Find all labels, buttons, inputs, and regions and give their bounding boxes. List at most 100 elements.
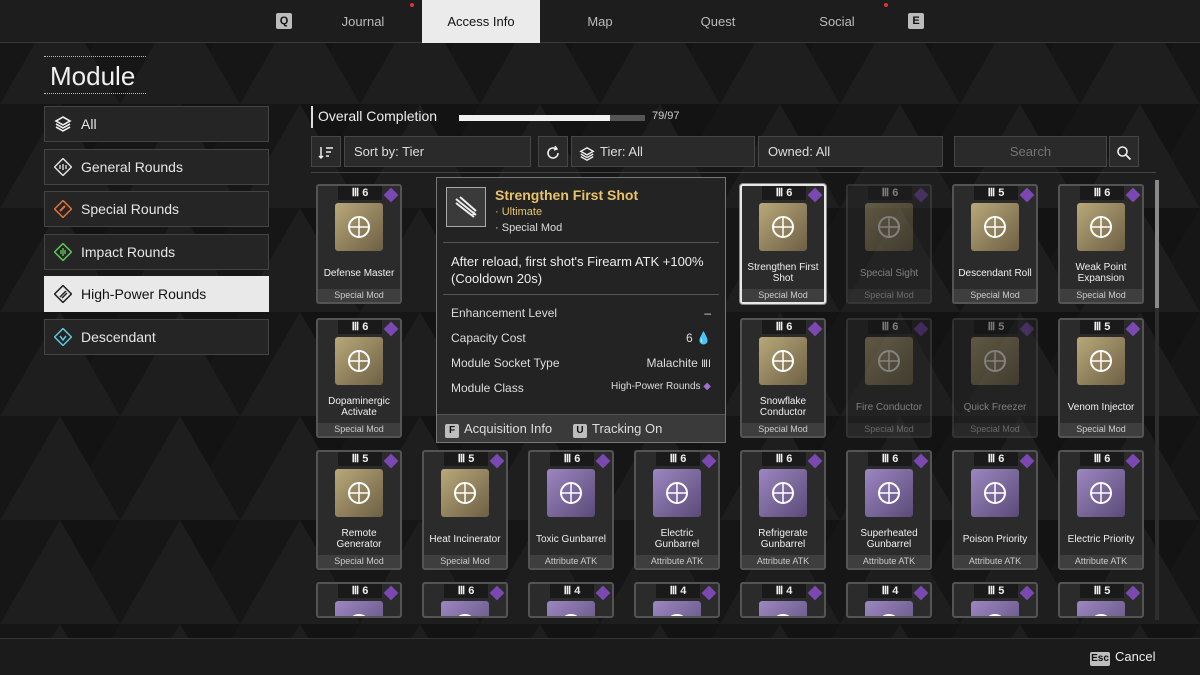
- class-gem-icon: [1019, 453, 1035, 469]
- tier-dropdown[interactable]: Tier: All: [571, 136, 755, 167]
- search-icon: [1116, 144, 1132, 160]
- class-gem-icon: [489, 585, 505, 601]
- module-card[interactable]: Ⅲ 6 Poison Priority Attribute ATK: [952, 450, 1038, 570]
- module-card[interactable]: Ⅲ 6 Dopaminergic Activate Special Mod: [316, 318, 402, 438]
- module-card[interactable]: Ⅲ 4: [846, 582, 932, 618]
- module-card[interactable]: Ⅲ 6 Snowflake Conductor Special Mod: [740, 318, 826, 438]
- search-input[interactable]: [954, 136, 1107, 167]
- category-label: All: [81, 116, 97, 132]
- category-descendant[interactable]: Descendant: [44, 319, 269, 355]
- module-name: Superheated Gunbarrel: [860, 528, 918, 550]
- module-capacity-badge: Ⅲ 4: [762, 584, 806, 598]
- module-capacity-badge: Ⅲ 6: [762, 320, 806, 334]
- tab-social[interactable]: Social: [789, 0, 885, 43]
- module-type: Special Mod: [318, 289, 400, 302]
- tab-map[interactable]: Map: [552, 0, 648, 43]
- module-card[interactable]: Ⅲ 6 Electric Gunbarrel Attribute ATK: [634, 450, 720, 570]
- module-card[interactable]: Ⅲ 6 Refrigerate Gunbarrel Attribute ATK: [740, 450, 826, 570]
- module-capacity-badge: Ⅲ 6: [1080, 186, 1124, 200]
- module-card[interactable]: Ⅲ 4: [528, 582, 614, 618]
- class-gem-icon: [1125, 585, 1141, 601]
- capacity-cost-row: Capacity Cost 6 💧: [451, 331, 711, 345]
- module-card[interactable]: Ⅲ 6 Weak Point Expansion Special Mod: [1058, 184, 1144, 304]
- owned-dropdown[interactable]: Owned: All: [758, 136, 943, 167]
- e-key-hint[interactable]: E: [908, 13, 924, 29]
- module-card[interactable]: Ⅲ 6: [422, 582, 508, 618]
- module-card[interactable]: Ⅲ 5 Remote Generator Special Mod: [316, 450, 402, 570]
- tab-quest[interactable]: Quest: [670, 0, 766, 43]
- module-name: Strengthen First Shot: [747, 262, 819, 284]
- module-art-icon: [865, 337, 913, 385]
- scrollbar-track[interactable]: [1155, 180, 1159, 620]
- row-value: 6: [686, 331, 693, 345]
- module-name: Venom Injector: [1067, 401, 1135, 413]
- module-capacity-badge: Ⅲ 6: [338, 320, 382, 334]
- tab-journal[interactable]: Journal: [315, 0, 411, 43]
- module-card[interactable]: Ⅲ 6 Strengthen First Shot Special Mod: [740, 184, 826, 304]
- module-type: Special Mod: [954, 423, 1036, 436]
- module-card[interactable]: Ⅲ 4: [634, 582, 720, 618]
- module-type: Special Mod: [954, 289, 1036, 302]
- search-button[interactable]: [1109, 136, 1139, 167]
- module-art-icon: [865, 601, 913, 616]
- module-name: Snowflake Conductor: [759, 396, 807, 418]
- special-rounds-icon: [53, 199, 73, 219]
- q-key-hint[interactable]: Q: [276, 13, 292, 29]
- acquisition-info-action[interactable]: F Acquisition Info: [445, 421, 552, 438]
- module-art-icon: [1077, 337, 1125, 385]
- module-type: Special Mod: [1060, 289, 1142, 302]
- row-label: Capacity Cost: [451, 331, 526, 345]
- tracking-action[interactable]: U Tracking On: [573, 421, 662, 438]
- completion-progress-fill: [459, 115, 610, 121]
- high-power-rounds-icon: [53, 284, 73, 304]
- module-art-icon: [971, 203, 1019, 251]
- divider: [443, 242, 719, 243]
- module-card[interactable]: Ⅲ 5 Quick Freezer Special Mod: [952, 318, 1038, 438]
- notification-dot: [410, 3, 414, 7]
- tab-access-info[interactable]: Access Info: [422, 0, 540, 43]
- category-general-rounds[interactable]: General Rounds: [44, 149, 269, 185]
- sort-direction-button[interactable]: [311, 136, 341, 167]
- module-capacity-badge: Ⅲ 5: [338, 452, 382, 466]
- category-high-power-rounds[interactable]: High-Power Rounds: [44, 276, 269, 312]
- sort-order-icon: [318, 144, 334, 159]
- scrollbar-thumb[interactable]: [1155, 180, 1159, 308]
- module-type: Special Mod: [848, 289, 930, 302]
- module-card[interactable]: Ⅲ 5: [1058, 582, 1144, 618]
- module-card[interactable]: Ⅲ 6: [316, 582, 402, 618]
- module-capacity-badge: Ⅲ 6: [868, 186, 912, 200]
- category-label: General Rounds: [81, 159, 183, 175]
- module-card[interactable]: Ⅲ 5 Venom Injector Special Mod: [1058, 318, 1144, 438]
- module-name: Poison Priority: [962, 533, 1028, 545]
- module-card[interactable]: Ⅲ 5 Descendant Roll Special Mod: [952, 184, 1038, 304]
- class-gem-icon: [595, 453, 611, 469]
- module-capacity-badge: Ⅲ 6: [868, 452, 912, 466]
- module-art-icon: [759, 203, 807, 251]
- category-impact-rounds[interactable]: Impact Rounds: [44, 234, 269, 270]
- module-card[interactable]: Ⅲ 4: [740, 582, 826, 618]
- module-card[interactable]: Ⅲ 6 Special Sight Special Mod: [846, 184, 932, 304]
- row-label: Module Class: [451, 381, 524, 395]
- category-special-rounds[interactable]: Special Rounds: [44, 191, 269, 227]
- module-card[interactable]: Ⅲ 5: [952, 582, 1038, 618]
- module-card[interactable]: Ⅲ 6 Defense Master Special Mod: [316, 184, 402, 304]
- module-card[interactable]: Ⅲ 6 Fire Conductor Special Mod: [846, 318, 932, 438]
- module-card[interactable]: Ⅲ 6 Toxic Gunbarrel Attribute ATK: [528, 450, 614, 570]
- category-all[interactable]: All: [44, 106, 269, 142]
- tooltip-type-text: Special Mod: [501, 222, 563, 234]
- acquisition-label: Acquisition Info: [464, 421, 553, 436]
- module-name: Quick Freezer: [963, 401, 1027, 413]
- footer-bar: Esc Cancel: [0, 638, 1200, 675]
- module-card[interactable]: Ⅲ 6 Superheated Gunbarrel Attribute ATK: [846, 450, 932, 570]
- module-card[interactable]: Ⅲ 6 Electric Priority Attribute ATK: [1058, 450, 1144, 570]
- sort-dropdown[interactable]: Sort by: Tier: [344, 136, 531, 167]
- module-name: Toxic Gunbarrel: [535, 533, 607, 545]
- top-nav-bar: Q Journal Access Info Map Quest Social E: [0, 0, 1200, 43]
- esc-key-hint: Esc: [1090, 652, 1110, 666]
- module-type: Special Mod: [742, 289, 824, 302]
- class-gem-icon: [1019, 585, 1035, 601]
- cancel-button[interactable]: Esc Cancel: [1090, 649, 1155, 666]
- reset-filter-button[interactable]: [538, 136, 568, 167]
- class-gem-icon: [701, 453, 717, 469]
- module-card[interactable]: Ⅲ 5 Heat Incinerator Special Mod: [422, 450, 508, 570]
